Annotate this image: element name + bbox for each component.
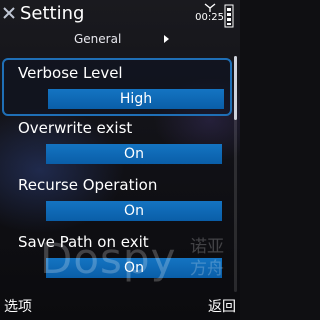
watermark-cn: 诺亚 方舟	[190, 236, 234, 280]
scrollbar-thumb[interactable]	[234, 56, 237, 120]
page-title: Setting	[20, 3, 85, 24]
clock: 00:25	[195, 12, 224, 23]
tab-row[interactable]: General	[0, 30, 240, 48]
back-softkey[interactable]: 返回	[208, 298, 236, 316]
next-tab-arrow-icon[interactable]	[164, 35, 169, 43]
watermark-cn-line1: 诺亚	[190, 237, 224, 257]
setting-item-recurse-operation[interactable]: Recurse Operation On	[14, 173, 226, 229]
setting-label: Verbose Level	[18, 64, 123, 82]
watermark-text: Dospy	[40, 234, 177, 283]
header: Setting 00:25 General	[0, 0, 240, 56]
tab-general[interactable]: General	[74, 31, 121, 47]
options-softkey[interactable]: 选项	[4, 298, 32, 316]
setting-label: Overwrite exist	[18, 119, 133, 137]
battery-icon	[224, 4, 234, 28]
setting-item-overwrite-exist[interactable]: Overwrite exist On	[14, 116, 226, 172]
setting-value[interactable]: On	[46, 144, 222, 164]
setting-value[interactable]: On	[46, 201, 222, 221]
watermark-cn-line2: 方舟	[190, 259, 224, 279]
watermark: Dospy 诺亚 方舟	[40, 234, 240, 292]
setting-item-verbose-level[interactable]: Verbose Level High	[2, 58, 232, 116]
app-x-icon	[3, 7, 15, 19]
setting-value[interactable]: High	[48, 89, 224, 109]
setting-label: Recurse Operation	[18, 176, 158, 194]
